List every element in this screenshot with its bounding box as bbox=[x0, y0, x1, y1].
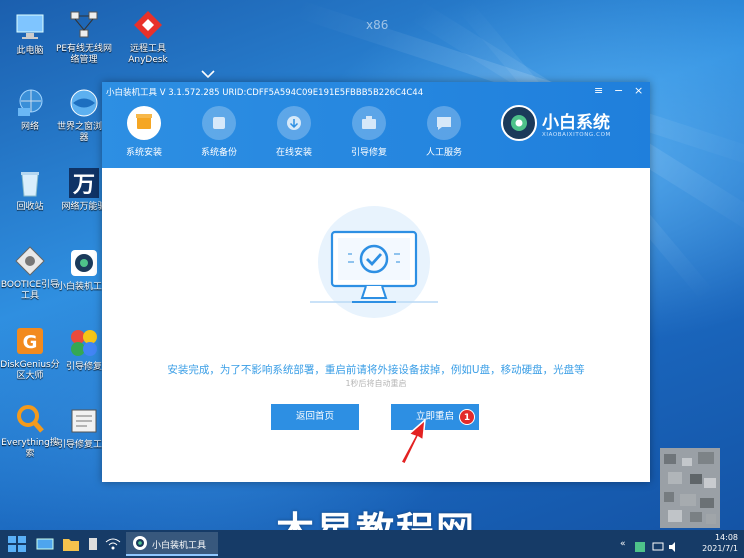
chat-icon bbox=[427, 106, 461, 140]
back-home-button[interactable]: 返回首页 bbox=[271, 404, 359, 430]
desktop-icon-diskgenius[interactable]: G DiskGenius分区大师 bbox=[0, 324, 60, 382]
wifi-icon bbox=[105, 538, 121, 550]
tab-system-install[interactable]: 系统安装 bbox=[114, 106, 174, 158]
computer-icon bbox=[13, 10, 47, 44]
taskbar-wifi-button[interactable] bbox=[104, 536, 122, 552]
window-title: 小白装机工具 V 3.1.572.285 URID:CDFF5A594C09E1… bbox=[106, 88, 424, 98]
desktop-icon-network-manager[interactable]: PE有线无线网络管理 bbox=[54, 8, 114, 66]
desktop-icon-anydesk[interactable]: 远程工具AnyDesk bbox=[118, 8, 178, 66]
blurred-qr-image bbox=[660, 448, 720, 528]
desktop-icon-everything[interactable]: Everything搜索 bbox=[0, 402, 60, 460]
toolbox-icon bbox=[352, 106, 386, 140]
desktop-icon-computer[interactable]: 此电脑 bbox=[0, 10, 60, 57]
tab-manual-service[interactable]: 人工服务 bbox=[414, 106, 474, 158]
tray-network-icon[interactable] bbox=[652, 538, 664, 551]
recycle-bin-icon bbox=[13, 166, 47, 200]
arch-label: x86 bbox=[366, 18, 389, 32]
desktop-icon-network[interactable]: 网络 bbox=[0, 86, 60, 133]
chevron-down-icon[interactable] bbox=[201, 70, 215, 78]
completion-message: 安装完成，为了不影响系统部署，重启前请将外接设备拔掉，例如U盘，移动硬盘，光盘等 bbox=[167, 364, 585, 376]
diskgenius-icon: G bbox=[13, 324, 47, 358]
browser-icon bbox=[67, 86, 101, 120]
brand-logo: 小白系统 XIAOBAIXITONG.COM bbox=[500, 104, 640, 144]
start-button[interactable] bbox=[8, 536, 26, 552]
install-icon bbox=[127, 106, 161, 140]
folder-icon bbox=[63, 539, 79, 551]
anydesk-icon bbox=[131, 8, 165, 42]
tray-app-icon[interactable] bbox=[634, 538, 646, 552]
svg-text:万: 万 bbox=[72, 173, 95, 198]
tab-boot-repair[interactable]: 引导修复 bbox=[339, 106, 399, 158]
step-badge: 1 bbox=[459, 409, 475, 425]
brand-domain: XIAOBAIXITONG.COM bbox=[542, 132, 611, 138]
driver-icon: 万 bbox=[67, 166, 101, 200]
monitor-icon bbox=[36, 538, 54, 550]
backup-icon bbox=[202, 106, 236, 140]
brand-name: 小白系统 bbox=[542, 113, 610, 133]
clock-time: 14:08 bbox=[714, 533, 738, 542]
network-tray-icon bbox=[89, 538, 97, 550]
desktop-icon-bootice[interactable]: BOOTICE引导工具 bbox=[0, 244, 60, 302]
online-install-icon bbox=[277, 106, 311, 140]
taskbar-clock[interactable]: 14:08 2021/7/1 bbox=[702, 532, 738, 554]
windows-logo-icon bbox=[8, 536, 26, 552]
monitor-check-icon bbox=[310, 206, 438, 318]
taskbar-desktop-button[interactable] bbox=[36, 537, 54, 551]
minimize-button[interactable]: − bbox=[614, 84, 623, 97]
xiaobai-taskbar-icon bbox=[133, 536, 147, 550]
boot-fix-tool-icon bbox=[67, 404, 101, 438]
volume-icon[interactable] bbox=[668, 538, 680, 552]
boot-repair-icon bbox=[67, 326, 101, 360]
tab-system-backup[interactable]: 系统备份 bbox=[189, 106, 249, 158]
countdown-text: 1秒后将自动重启 bbox=[345, 379, 407, 388]
network-icon bbox=[13, 86, 47, 120]
tab-online-install[interactable]: 在线安装 bbox=[264, 106, 324, 158]
install-complete-illustration bbox=[308, 206, 442, 326]
desktop: x86 此电脑 网络 回收站 BOOTICE引导工具 G DiskGenius分… bbox=[0, 0, 744, 553]
everything-icon bbox=[13, 402, 47, 436]
installer-window: 小白装机工具 V 3.1.572.285 URID:CDFF5A594C09E1… bbox=[102, 82, 650, 482]
xiaobai-icon bbox=[67, 246, 101, 280]
taskbar: 小白装机工具 « 14:08 2021/7/1 bbox=[0, 530, 744, 558]
bootice-icon bbox=[13, 244, 47, 278]
taskbar-network-button[interactable] bbox=[86, 536, 100, 552]
menu-button[interactable]: ≡ bbox=[594, 84, 603, 97]
network-manager-icon bbox=[67, 8, 101, 42]
xiaobai-logo-icon bbox=[501, 105, 537, 141]
window-header: 小白装机工具 V 3.1.572.285 URID:CDFF5A594C09E1… bbox=[102, 82, 650, 168]
svg-text:G: G bbox=[23, 332, 38, 353]
taskbar-app-xiaobai[interactable]: 小白装机工具 bbox=[126, 532, 218, 556]
taskbar-explorer-button[interactable] bbox=[62, 536, 80, 552]
red-arrow-annotation-icon bbox=[399, 418, 426, 466]
clock-date: 2021/7/1 bbox=[702, 544, 738, 553]
desktop-icon-recycle-bin[interactable]: 回收站 bbox=[0, 166, 60, 213]
tray-expand-icon[interactable]: « bbox=[620, 539, 626, 558]
close-button[interactable]: × bbox=[634, 84, 643, 97]
